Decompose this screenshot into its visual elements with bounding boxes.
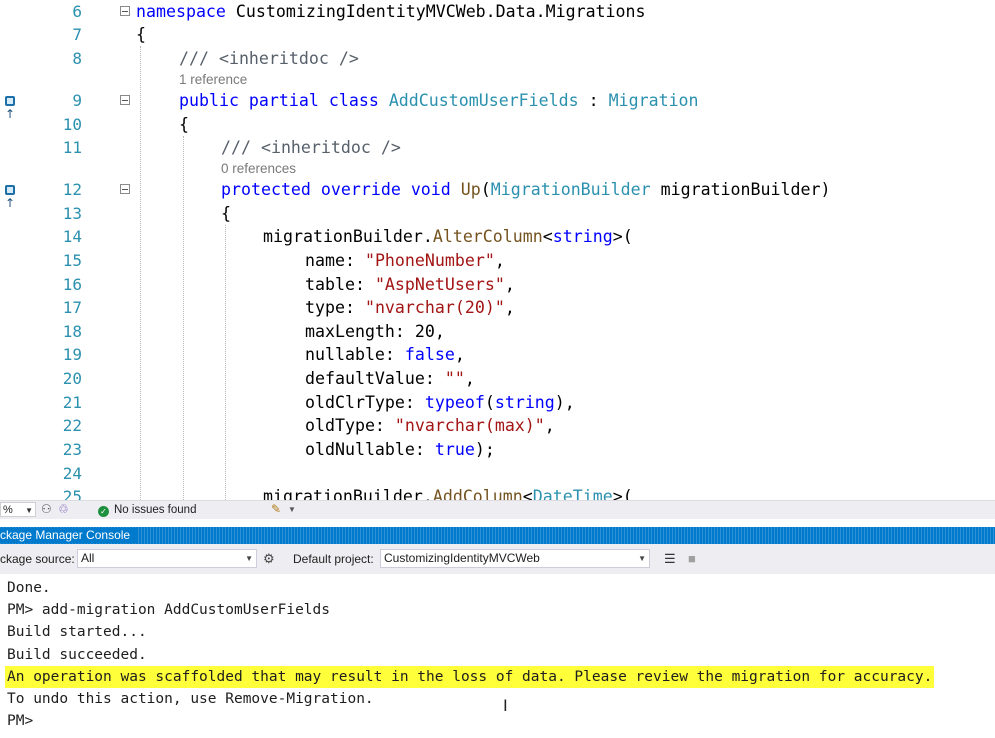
- code-line: 21 oldClrType: typeof(string),: [0, 391, 995, 414]
- console-output[interactable]: Done. PM> add-migration AddCustomUserFie…: [0, 574, 995, 738]
- code-line: 11 /// <inheritdoc />: [0, 136, 995, 159]
- line-number: 7: [72, 25, 82, 44]
- code-line: 22 oldType: "nvarchar(max)",: [0, 414, 995, 437]
- code-text: public partial class AddCustomUserFields…: [179, 91, 699, 110]
- console-line: Build succeeded.: [7, 647, 147, 663]
- code-text: type: "nvarchar(20)",: [305, 298, 515, 317]
- collapse-toggle[interactable]: [120, 6, 130, 16]
- code-line: 13 {: [0, 202, 995, 225]
- intellicode-icon[interactable]: ♲: [58, 502, 69, 516]
- override-glyph-icon[interactable]: ↑: [5, 182, 25, 210]
- code-text: name: "PhoneNumber",: [305, 251, 505, 270]
- code-line: ↑ 12 protected override void Up(Migratio…: [0, 178, 995, 210]
- package-manager-title-bar[interactable]: ckage Manager Console: [0, 527, 995, 544]
- line-number: 16: [62, 275, 82, 294]
- line-number: 25: [62, 487, 82, 500]
- code-line: ↑ 9 public partial class AddCustomUserFi…: [0, 89, 995, 121]
- code-line: 7 {: [0, 23, 995, 46]
- issues-indicator[interactable]: ✓ No issues found: [98, 502, 196, 518]
- text-cursor-icon: Ι: [503, 696, 508, 715]
- code-line: 16 table: "AspNetUsers",: [0, 273, 995, 296]
- line-number: 10: [62, 115, 82, 134]
- line-number: 14: [62, 227, 82, 246]
- codelens-references[interactable]: 0 references: [221, 161, 296, 176]
- code-line: 19 nullable: false,: [0, 343, 995, 366]
- default-project-select[interactable]: CustomizingIdentityMVCWeb ▼: [380, 549, 650, 568]
- line-number: 21: [62, 393, 82, 412]
- line-number: 11: [62, 138, 82, 157]
- package-source-label: ckage source:: [0, 552, 75, 566]
- zoom-dropdown[interactable]: % ▼: [0, 502, 36, 517]
- code-line: 15 name: "PhoneNumber",: [0, 249, 995, 272]
- collapse-toggle[interactable]: [120, 184, 130, 194]
- code-line: 17 type: "nvarchar(20)",: [0, 296, 995, 319]
- codelens-references[interactable]: 1 reference: [179, 72, 247, 87]
- code-text: namespace CustomizingIdentityMVCWeb.Data…: [136, 2, 646, 21]
- code-line: 24: [0, 462, 995, 485]
- line-number: 17: [62, 298, 82, 317]
- code-text: oldType: "nvarchar(max)",: [305, 416, 555, 435]
- chevron-down-icon: ▼: [638, 554, 646, 563]
- line-number: 22: [62, 416, 82, 435]
- package-source-select[interactable]: All ▼: [77, 549, 257, 568]
- cleanup-brush-icon[interactable]: ✎: [271, 502, 281, 516]
- line-number: 8: [72, 49, 82, 68]
- settings-gear-icon[interactable]: ⚙: [263, 551, 275, 567]
- chevron-down-icon: ▼: [25, 506, 33, 515]
- check-circle-icon: ✓: [98, 506, 109, 517]
- line-number: 9: [72, 91, 82, 110]
- code-line: 14 migrationBuilder.AlterColumn<string>(: [0, 225, 995, 248]
- code-text: oldClrType: typeof(string),: [305, 393, 575, 412]
- line-number: 6: [72, 2, 82, 21]
- chevron-down-icon: ▼: [245, 554, 253, 563]
- console-line: PM> add-migration AddCustomUserFields: [7, 602, 331, 618]
- line-number: 20: [62, 369, 82, 388]
- console-prompt[interactable]: PM>: [7, 710, 33, 732]
- code-text: table: "AspNetUsers",: [305, 275, 515, 294]
- code-text: maxLength: 20,: [305, 322, 445, 341]
- console-line: To undo this action, use Remove-Migratio…: [7, 691, 374, 707]
- copilot-icon[interactable]: ⚇: [41, 502, 52, 516]
- code-line: 20 defaultValue: "",: [0, 367, 995, 390]
- line-number: 13: [62, 204, 82, 223]
- doc-comment: /// <inheritdoc />: [221, 138, 401, 157]
- warning-line: An operation was scaffolded that may res…: [5, 666, 935, 688]
- console-line: Build started...: [7, 624, 147, 640]
- code-text: {: [221, 204, 231, 223]
- line-number: 24: [62, 464, 82, 483]
- package-manager-toolbar: ckage source: All ▼ ⚙ Default project: Cu…: [0, 544, 995, 574]
- override-glyph-icon[interactable]: ↑: [5, 93, 25, 121]
- stop-icon[interactable]: ■: [688, 551, 696, 566]
- code-text: {: [179, 115, 189, 134]
- code-text: migrationBuilder.AddColumn<DateTime>(: [263, 487, 633, 500]
- line-number: 18: [62, 322, 82, 341]
- code-line: 8 /// <inheritdoc />: [0, 47, 995, 70]
- chevron-down-icon[interactable]: ▼: [288, 505, 296, 514]
- code-text: oldNullable: true);: [305, 440, 495, 459]
- code-line: 10 {: [0, 113, 995, 136]
- editor-status-bar: % ▼ ⚇ ♲ ✓ No issues found ✎ ▼: [0, 500, 995, 519]
- panel-title: ckage Manager Console: [0, 528, 137, 543]
- doc-comment: /// <inheritdoc />: [179, 49, 359, 68]
- collapse-toggle[interactable]: [120, 95, 130, 105]
- code-line: 25 migrationBuilder.AddColumn<DateTime>(: [0, 485, 995, 500]
- line-number: 12: [62, 180, 82, 199]
- default-project-label: Default project:: [293, 552, 374, 566]
- code-text: defaultValue: "",: [305, 369, 475, 388]
- clear-console-icon[interactable]: ☰: [664, 551, 676, 567]
- line-number: 23: [62, 440, 82, 459]
- line-number: 15: [62, 251, 82, 270]
- code-editor[interactable]: 6 namespace CustomizingIdentityMVCWeb.Da…: [0, 0, 995, 500]
- code-text: protected override void Up(MigrationBuil…: [221, 180, 831, 199]
- code-text: {: [136, 25, 146, 44]
- code-text: migrationBuilder.AlterColumn<string>(: [263, 227, 633, 246]
- line-number: 19: [62, 345, 82, 364]
- code-text: nullable: false,: [305, 345, 465, 364]
- code-line: 23 oldNullable: true);: [0, 438, 995, 461]
- console-line: Done.: [7, 580, 51, 596]
- code-line: 18 maxLength: 20,: [0, 320, 995, 343]
- code-line: 6 namespace CustomizingIdentityMVCWeb.Da…: [0, 0, 995, 23]
